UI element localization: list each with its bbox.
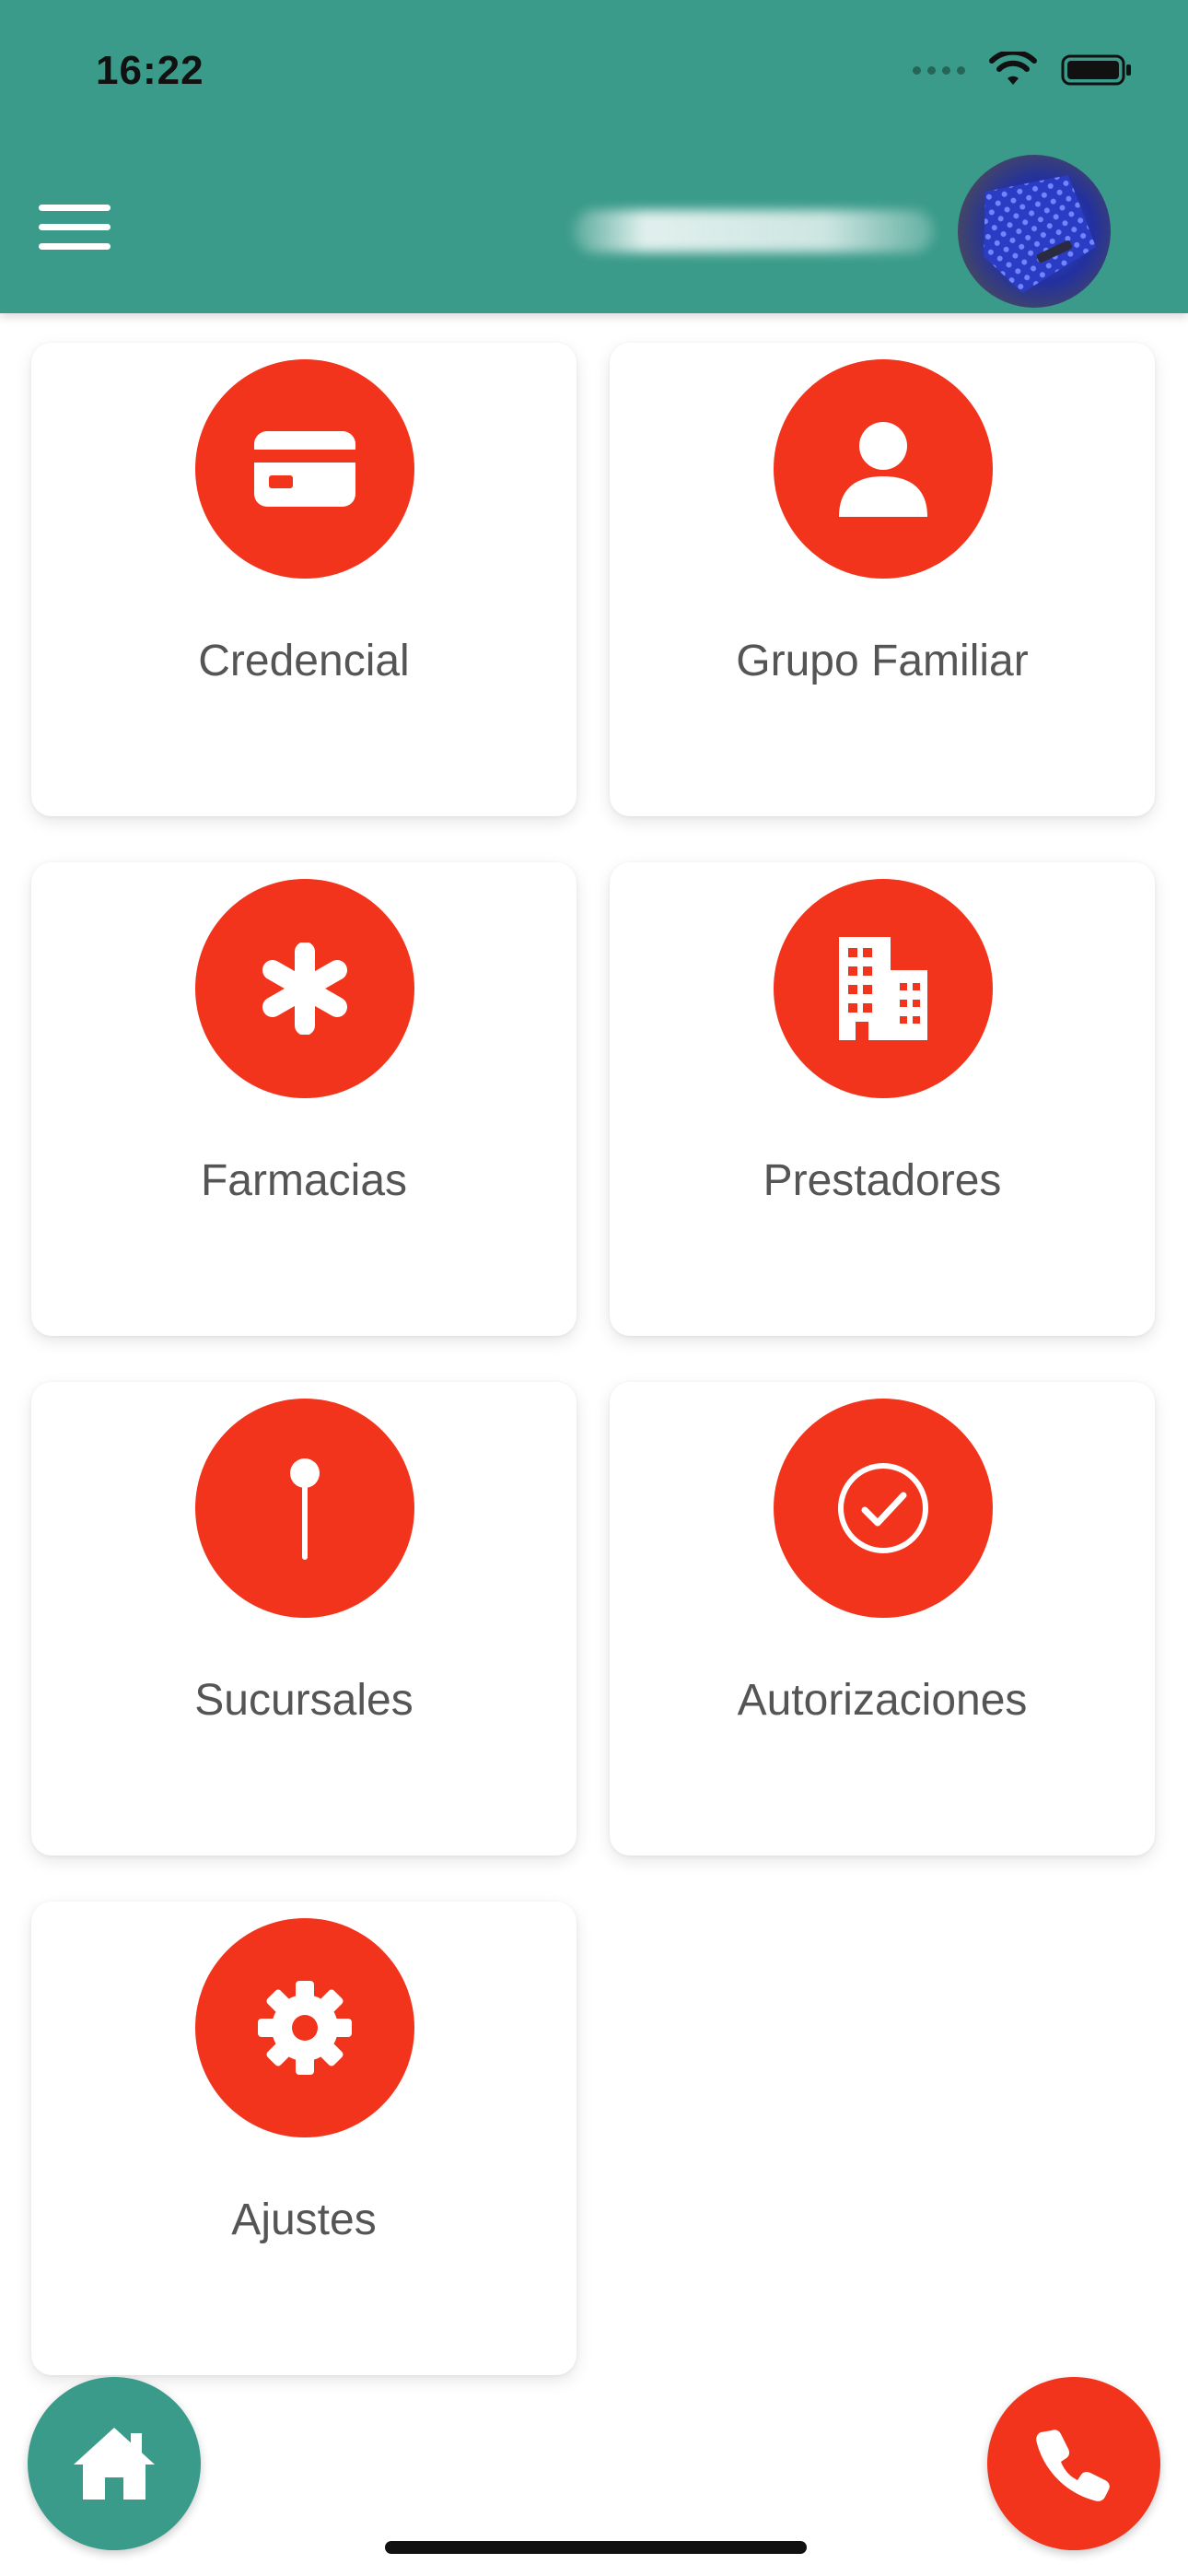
wifi-icon	[989, 52, 1037, 85]
farmacias-label: Farmacias	[200, 1156, 408, 1205]
cellular-signal-icon	[913, 65, 965, 75]
user-name-redacted	[573, 210, 934, 252]
app-screen: 16:22 Credencial Grupo Familiar Farmacia…	[0, 0, 1188, 2576]
credencial-icon-circle	[195, 359, 414, 579]
menu-card-prestadores[interactable]: Prestadores	[610, 862, 1155, 1336]
home-indicator[interactable]	[385, 2541, 807, 2554]
user-avatar[interactable]	[958, 155, 1111, 308]
id-card-icon	[254, 431, 355, 507]
menu-card-farmacias[interactable]: Farmacias	[31, 862, 577, 1336]
menu-card-sucursales[interactable]: Sucursales	[31, 1382, 577, 1856]
status-time: 16:22	[96, 48, 204, 93]
grupo-familiar-label: Grupo Familiar	[736, 637, 1029, 685]
battery-icon	[1061, 54, 1131, 86]
ajustes-label: Ajustes	[231, 2195, 377, 2244]
map-pin-icon	[290, 1458, 320, 1560]
menu-card-ajustes[interactable]: Ajustes	[31, 1902, 577, 2375]
asterisk-icon	[262, 943, 347, 1035]
farmacias-icon-circle	[195, 879, 414, 1098]
menu-card-autorizaciones[interactable]: Autorizaciones	[610, 1382, 1155, 1856]
menu-card-credencial[interactable]: Credencial	[31, 343, 577, 816]
check-circle-icon	[838, 1463, 928, 1553]
call-button[interactable]	[987, 2377, 1160, 2550]
header-bar: 16:22	[0, 0, 1188, 313]
gear-icon	[258, 1981, 352, 2075]
building-icon	[839, 937, 927, 1040]
grupo-familiar-icon-circle	[774, 359, 993, 579]
sucursales-icon-circle	[195, 1399, 414, 1618]
ajustes-icon-circle	[195, 1918, 414, 2137]
menu-card-grupo-familiar[interactable]: Grupo Familiar	[610, 343, 1155, 816]
hamburger-menu-icon[interactable]	[39, 205, 111, 256]
autorizaciones-label: Autorizaciones	[737, 1676, 1028, 1725]
home-button[interactable]	[28, 2377, 201, 2550]
prestadores-label: Prestadores	[763, 1156, 1002, 1205]
user-icon	[839, 422, 927, 517]
prestadores-icon-circle	[774, 879, 993, 1098]
autorizaciones-icon-circle	[774, 1399, 993, 1618]
home-icon	[74, 2428, 155, 2500]
status-icons	[913, 52, 1133, 88]
credencial-label: Credencial	[198, 637, 410, 685]
sucursales-label: Sucursales	[194, 1676, 413, 1725]
phone-icon	[1036, 2430, 1110, 2501]
